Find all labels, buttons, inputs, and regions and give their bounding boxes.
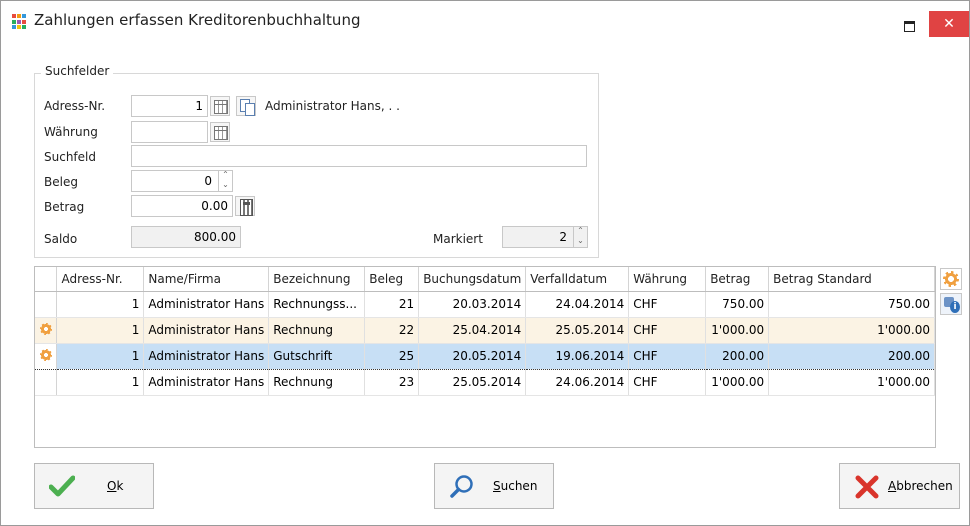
gear-icon xyxy=(943,271,959,287)
cell-name: Administrator Hans xyxy=(143,291,270,318)
dialog-window: Zahlungen erfassen Kreditorenbuchhaltung… xyxy=(0,0,970,526)
title-bar: Zahlungen erfassen Kreditorenbuchhaltung… xyxy=(1,1,969,41)
info-icon[interactable] xyxy=(940,293,962,315)
table-row[interactable]: 1 Administrator Hans Rechnung 23 25.05.2… xyxy=(35,369,935,396)
cell-name: Administrator Hans xyxy=(143,369,270,396)
payments-table: Adress-Nr. Name/Firma Bezeichnung Beleg … xyxy=(35,267,935,396)
adress-name-text: Administrator Hans, . . xyxy=(265,99,400,113)
cell-buchungsdatum: 20.05.2014 xyxy=(418,342,527,370)
cell-betrag-standard: 200.00 xyxy=(768,342,935,370)
column-header[interactable]: Betrag Standard xyxy=(768,267,935,292)
column-header[interactable]: Buchungsdatum xyxy=(418,267,527,292)
cancel-icon xyxy=(855,475,879,499)
calculator-icon[interactable] xyxy=(235,196,255,216)
cell-betrag-standard: 1'000.00 xyxy=(768,317,935,344)
cell-verfalldatum: 24.06.2014 xyxy=(525,369,630,396)
cell-name: Administrator Hans xyxy=(143,342,270,370)
markiert-label: Markiert xyxy=(433,232,483,246)
column-header[interactable]: Verfalldatum xyxy=(525,267,630,292)
cell-waehrung: CHF xyxy=(628,291,707,318)
calendar-icon[interactable] xyxy=(210,96,230,116)
check-icon xyxy=(49,475,75,497)
cell-adress-nr: 1 xyxy=(56,291,145,318)
grid-settings-button[interactable] xyxy=(940,268,962,290)
cell-name: Administrator Hans xyxy=(143,317,270,344)
cell-bezeichnung: Rechnungss... xyxy=(268,291,366,318)
cell-beleg: 22 xyxy=(364,317,420,344)
waehrung-label: Währung xyxy=(44,125,98,139)
suchen-button[interactable]: Suchen xyxy=(434,463,554,509)
table-row[interactable]: 1 Administrator Hans Rechnungss... 21 20… xyxy=(35,291,935,318)
table-row-selected[interactable]: 1 Administrator Hans Gutschrift 25 20.05… xyxy=(35,342,935,370)
search-legend: Suchfelder xyxy=(41,64,114,78)
row-indicator[interactable] xyxy=(35,342,58,370)
row-indicator[interactable] xyxy=(35,369,58,396)
column-header[interactable]: Adress-Nr. xyxy=(56,267,145,292)
cell-waehrung: CHF xyxy=(628,369,707,396)
cell-verfalldatum: 24.04.2014 xyxy=(525,291,630,318)
suchen-label: Suchen xyxy=(493,479,538,493)
payments-grid: Adress-Nr. Name/Firma Bezeichnung Beleg … xyxy=(34,266,936,448)
indicator-header xyxy=(35,267,58,292)
close-button[interactable]: ✕ xyxy=(929,11,969,37)
row-indicator[interactable] xyxy=(35,291,58,318)
column-header[interactable]: Bezeichnung xyxy=(268,267,366,292)
betrag-label: Betrag xyxy=(44,200,85,214)
cell-betrag: 1'000.00 xyxy=(705,369,770,396)
calendar-icon[interactable] xyxy=(210,122,230,142)
app-grid-icon xyxy=(12,14,28,30)
cell-buchungsdatum: 25.05.2014 xyxy=(418,369,527,396)
column-header[interactable]: Beleg xyxy=(364,267,420,292)
cell-betrag: 1'000.00 xyxy=(705,317,770,344)
cell-adress-nr: 1 xyxy=(56,369,145,396)
beleg-label: Beleg xyxy=(44,175,78,189)
cell-verfalldatum: 25.05.2014 xyxy=(525,317,630,344)
copy-icon[interactable] xyxy=(236,96,256,116)
suchfeld-input[interactable] xyxy=(131,145,587,167)
ok-button[interactable]: Ok xyxy=(34,463,154,509)
search-icon xyxy=(450,475,473,498)
column-header[interactable]: Währung xyxy=(628,267,707,292)
cell-bezeichnung: Rechnung xyxy=(268,369,366,396)
gear-icon xyxy=(39,322,52,335)
waehrung-input[interactable] xyxy=(131,121,208,143)
cell-bezeichnung: Rechnung xyxy=(268,317,366,344)
spinner-icon[interactable]: ⌃ ⌄ xyxy=(218,170,232,192)
cell-buchungsdatum: 25.04.2014 xyxy=(418,317,527,344)
cell-betrag: 200.00 xyxy=(705,342,770,370)
cell-adress-nr: 1 xyxy=(56,317,145,344)
adress-nr-label: Adress-Nr. xyxy=(44,99,106,113)
ok-label: Ok xyxy=(107,479,124,493)
cell-beleg: 21 xyxy=(364,291,420,318)
cell-betrag-standard: 750.00 xyxy=(768,291,935,318)
adress-nr-input[interactable]: 1 xyxy=(131,95,208,117)
window-title: Zahlungen erfassen Kreditorenbuchhaltung xyxy=(34,11,361,29)
cell-buchungsdatum: 20.03.2014 xyxy=(418,291,527,318)
cell-verfalldatum: 19.06.2014 xyxy=(525,342,630,370)
minimize-icon[interactable] xyxy=(894,14,924,36)
gear-icon xyxy=(39,348,52,361)
cell-beleg: 25 xyxy=(364,342,420,370)
betrag-input[interactable]: 0.00 xyxy=(131,195,233,217)
saldo-value: 800.00 xyxy=(131,226,241,248)
cell-betrag-standard: 1'000.00 xyxy=(768,369,935,396)
column-header[interactable]: Name/Firma xyxy=(143,267,270,292)
cell-waehrung: CHF xyxy=(628,342,707,370)
close-icon: ✕ xyxy=(943,16,955,32)
row-indicator[interactable] xyxy=(35,317,58,344)
saldo-label: Saldo xyxy=(44,232,78,246)
cell-waehrung: CHF xyxy=(628,317,707,344)
table-row[interactable]: 1 Administrator Hans Rechnung 22 25.04.2… xyxy=(35,317,935,344)
abbrechen-label: Abbrechen xyxy=(888,479,953,493)
column-header[interactable]: Betrag xyxy=(705,267,770,292)
cell-betrag: 750.00 xyxy=(705,291,770,318)
spinner-icon: ⌃ ⌄ xyxy=(573,226,587,248)
cell-beleg: 23 xyxy=(364,369,420,396)
table-header-row: Adress-Nr. Name/Firma Bezeichnung Beleg … xyxy=(35,267,935,292)
cell-bezeichnung: Gutschrift xyxy=(268,342,366,370)
cell-adress-nr: 1 xyxy=(56,342,145,370)
suchfeld-label: Suchfeld xyxy=(44,150,96,164)
abbrechen-button[interactable]: Abbrechen xyxy=(839,463,960,509)
